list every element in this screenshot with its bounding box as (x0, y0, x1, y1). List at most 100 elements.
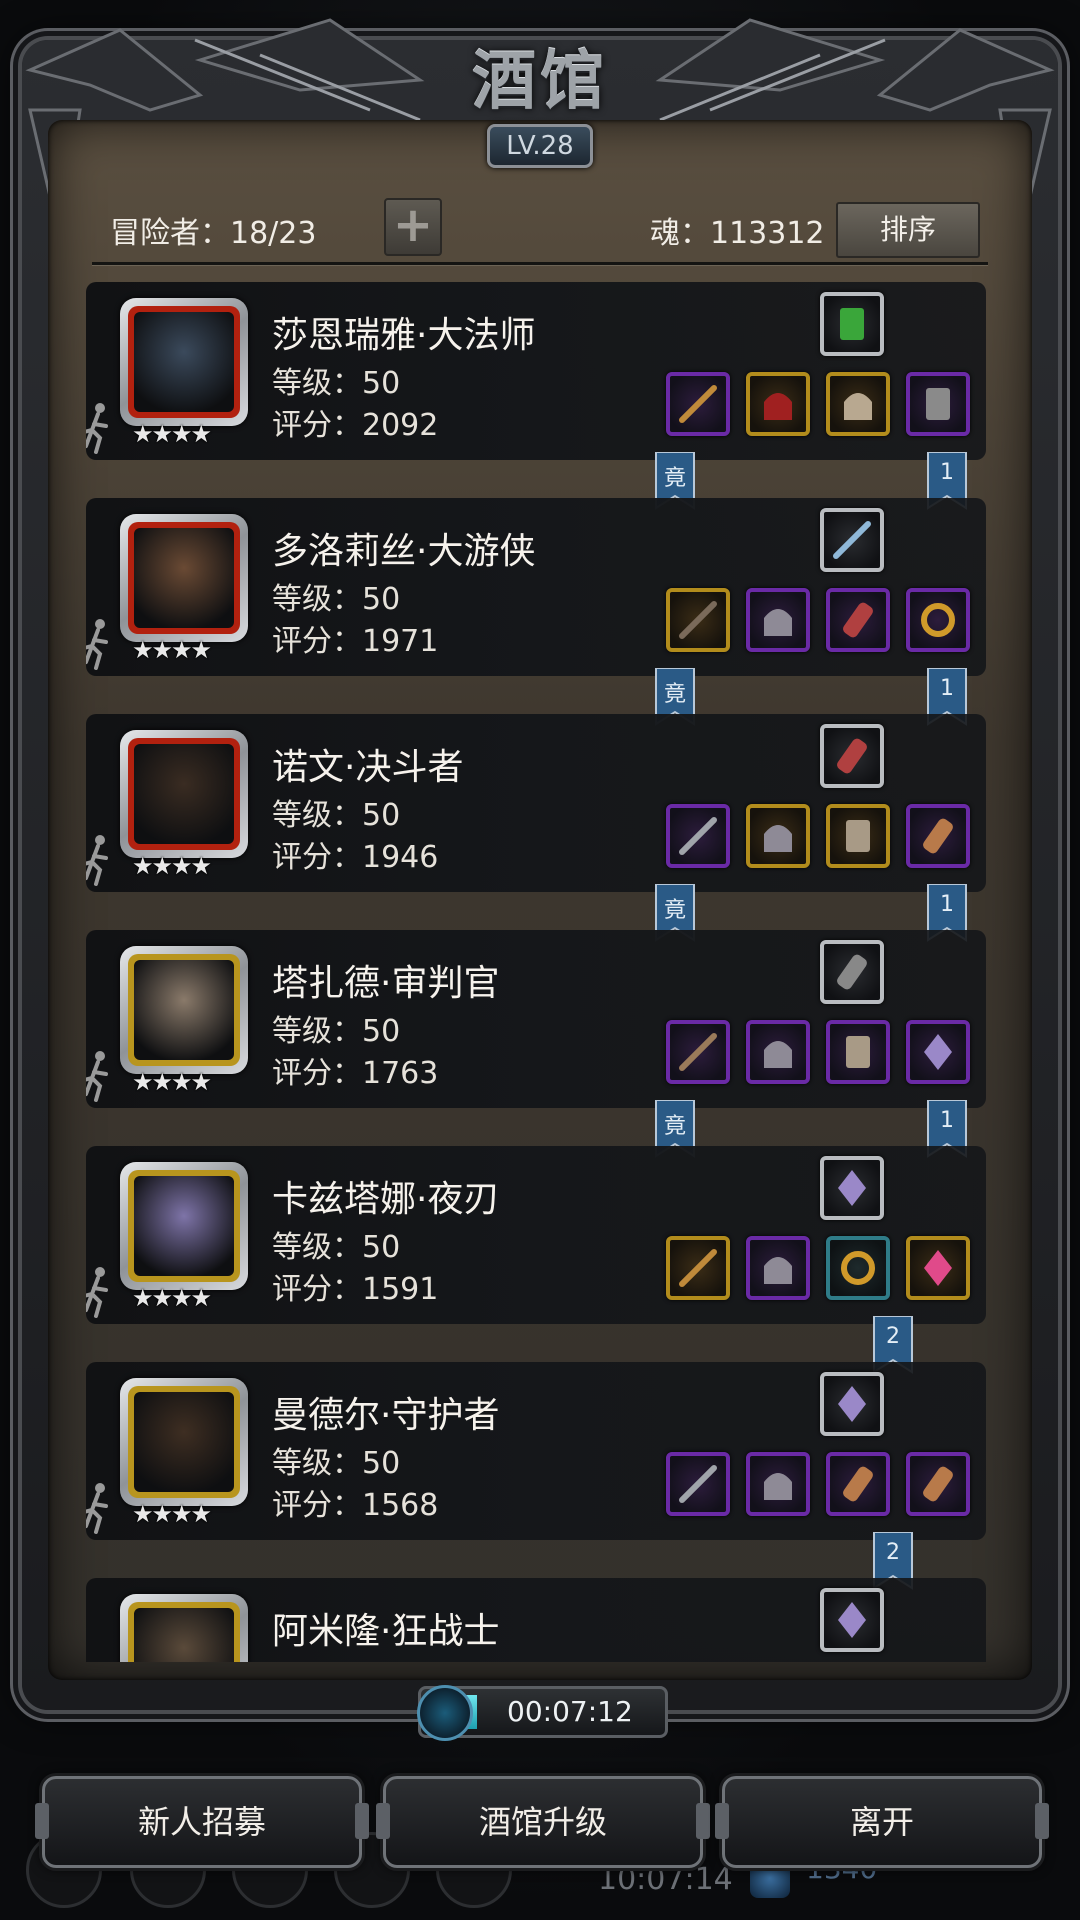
staff-icon[interactable] (666, 372, 730, 436)
expand-capacity-button[interactable]: + (384, 198, 442, 256)
wood-icon[interactable] (826, 1452, 890, 1516)
hero-card[interactable]: ★★★★ 塔扎德·审判官 等级：50 评分：1763 (86, 930, 986, 1108)
hero-name: 曼德尔·守护者 (272, 1395, 500, 1436)
tavern-level-badge: LV.28 (487, 124, 593, 168)
hero-card[interactable]: ★★★★ 多洛莉丝·大游侠 等级：50 评分：1971 (86, 498, 986, 676)
runner-icon (86, 618, 114, 670)
hero-name: 莎恩瑞雅·大法师 (272, 315, 536, 356)
hero-score: 评分：1568 (272, 1488, 439, 1523)
hero-portrait[interactable]: ★★★★ (120, 514, 248, 664)
ribbon-label: 竟 (663, 682, 686, 707)
hero-list[interactable]: ★★★★ 莎恩瑞雅·大法师 等级：50 评分：2092 竟 1 ★★★★ 多洛莉丝·大游侠等… (86, 282, 986, 1662)
crystal-icon[interactable] (820, 1156, 884, 1220)
ribbon-label: 竟 (663, 1114, 686, 1139)
runner-icon (86, 834, 114, 886)
hero-level: 等级：50 (272, 798, 401, 833)
ribbon-label: 1 (940, 460, 954, 485)
amulet-icon[interactable] (906, 1236, 970, 1300)
portrait-frame (128, 522, 240, 634)
star-rating: ★★★★ (132, 1284, 212, 1312)
hero-portrait[interactable]: ★★★★ (120, 298, 248, 448)
crystal-icon[interactable] (820, 1372, 884, 1436)
armor-icon[interactable] (746, 1236, 810, 1300)
rifle-icon[interactable] (666, 588, 730, 652)
boots-icon[interactable] (906, 372, 970, 436)
hero-card[interactable]: ★★★★ 诺文·决斗者 等级：50 评分：1946 (86, 714, 986, 892)
gauntlet-icon[interactable] (826, 1020, 890, 1084)
hero-score: 评分：1591 (272, 1272, 439, 1307)
hero-portrait[interactable]: ★★★★ (120, 946, 248, 1096)
leave-button[interactable]: 离开 (715, 1776, 1049, 1868)
star-rating: ★★★★ (132, 1068, 212, 1096)
necklace-icon[interactable] (820, 508, 884, 572)
star-rating: ★★★★ (132, 636, 212, 664)
hero-avatar (134, 1392, 234, 1492)
bracer-icon[interactable] (826, 588, 890, 652)
hero-card[interactable]: ★★★★ 曼德尔·守护者等级：50 评分：1568 (86, 1362, 986, 1540)
hero-avatar (134, 312, 234, 412)
ring-icon[interactable] (826, 1236, 890, 1300)
hero-level: 等级：50 (272, 366, 401, 401)
ring-icon[interactable] (906, 588, 970, 652)
portrait-frame (128, 1170, 240, 1282)
sword-icon[interactable] (666, 1452, 730, 1516)
hero-level: 等级：50 (272, 1230, 401, 1265)
refresh-timer: 00:07:12 (417, 1685, 668, 1741)
hero-level: 等级：50 (272, 582, 401, 617)
hero-score: 评分：2092 (272, 408, 439, 443)
title-plate: 酒馆 LV.28 (430, 42, 650, 182)
portrait-frame (128, 1386, 240, 1498)
header-divider (92, 262, 988, 265)
staff-icon[interactable] (666, 1236, 730, 1300)
hero-portrait[interactable] (120, 1594, 248, 1662)
gauntlet-icon[interactable] (826, 804, 890, 868)
hero-avatar (134, 744, 234, 844)
ribbon-label: 1 (940, 676, 954, 701)
sword-icon[interactable] (666, 804, 730, 868)
hero-card[interactable]: 阿米隆·狂战士 (86, 1578, 986, 1662)
ribbon-label: 2 (886, 1540, 900, 1565)
hero-level: 等级：50 (272, 1446, 401, 1481)
armor-icon[interactable] (746, 1020, 810, 1084)
hero-name: 诺文·决斗者 (272, 747, 464, 788)
bracer-icon[interactable] (820, 724, 884, 788)
hero-avatar (134, 1608, 234, 1662)
portrait-frame (128, 306, 240, 418)
armor-icon[interactable] (746, 1452, 810, 1516)
page-title: 酒馆 (472, 44, 608, 119)
timer-text: 00:07:12 (507, 1695, 633, 1728)
tavern-screen: 10:07:14 1340 酒馆 LV.28 冒险者：18/23 + 魂：113… (0, 0, 1080, 1920)
recruit-button[interactable]: 新人招募 (35, 1776, 369, 1868)
ribbon-label: 2 (886, 1324, 900, 1349)
hero-portrait[interactable]: ★★★★ (120, 730, 248, 880)
armor-icon[interactable] (746, 804, 810, 868)
portrait-frame (128, 1602, 240, 1662)
wood-icon[interactable] (906, 1452, 970, 1516)
upgrade-tavern-button[interactable]: 酒馆升级 (376, 1776, 710, 1868)
header-row: 冒险者：18/23 + 魂：113312 排序 (92, 198, 992, 258)
crystal-icon[interactable] (820, 1588, 884, 1652)
red-hood-icon[interactable] (746, 372, 810, 436)
green-tome-icon[interactable] (820, 292, 884, 356)
portrait-frame (128, 954, 240, 1066)
star-rating: ★★★★ (132, 852, 212, 880)
hero-card[interactable]: ★★★★ 莎恩瑞雅·大法师等级：50 评分：2092 (86, 282, 986, 460)
hero-portrait[interactable]: ★★★★ (120, 1378, 248, 1528)
wood-icon[interactable] (906, 804, 970, 868)
mask-icon[interactable] (826, 372, 890, 436)
hero-portrait[interactable]: ★★★★ (120, 1162, 248, 1312)
star-rating: ★★★★ (132, 1500, 212, 1528)
soul-currency: 魂：113312 (650, 216, 825, 251)
claw-icon[interactable] (820, 940, 884, 1004)
hero-card[interactable]: ★★★★ 卡兹塔娜·夜刃等级：50 评分：1591 (86, 1146, 986, 1324)
ribbon-label: 竟 (663, 466, 686, 491)
adventurer-count: 冒险者：18/23 (110, 216, 317, 251)
armor-icon[interactable] (746, 588, 810, 652)
sort-button[interactable]: 排序 (836, 202, 980, 258)
hero-name: 卡兹塔娜·夜刃 (272, 1179, 500, 1220)
crystal-icon[interactable] (906, 1020, 970, 1084)
hero-name: 阿米隆·狂战士 (272, 1611, 500, 1652)
hammer-icon[interactable] (666, 1020, 730, 1084)
hero-score: 评分：1971 (272, 624, 439, 659)
star-rating: ★★★★ (132, 420, 212, 448)
